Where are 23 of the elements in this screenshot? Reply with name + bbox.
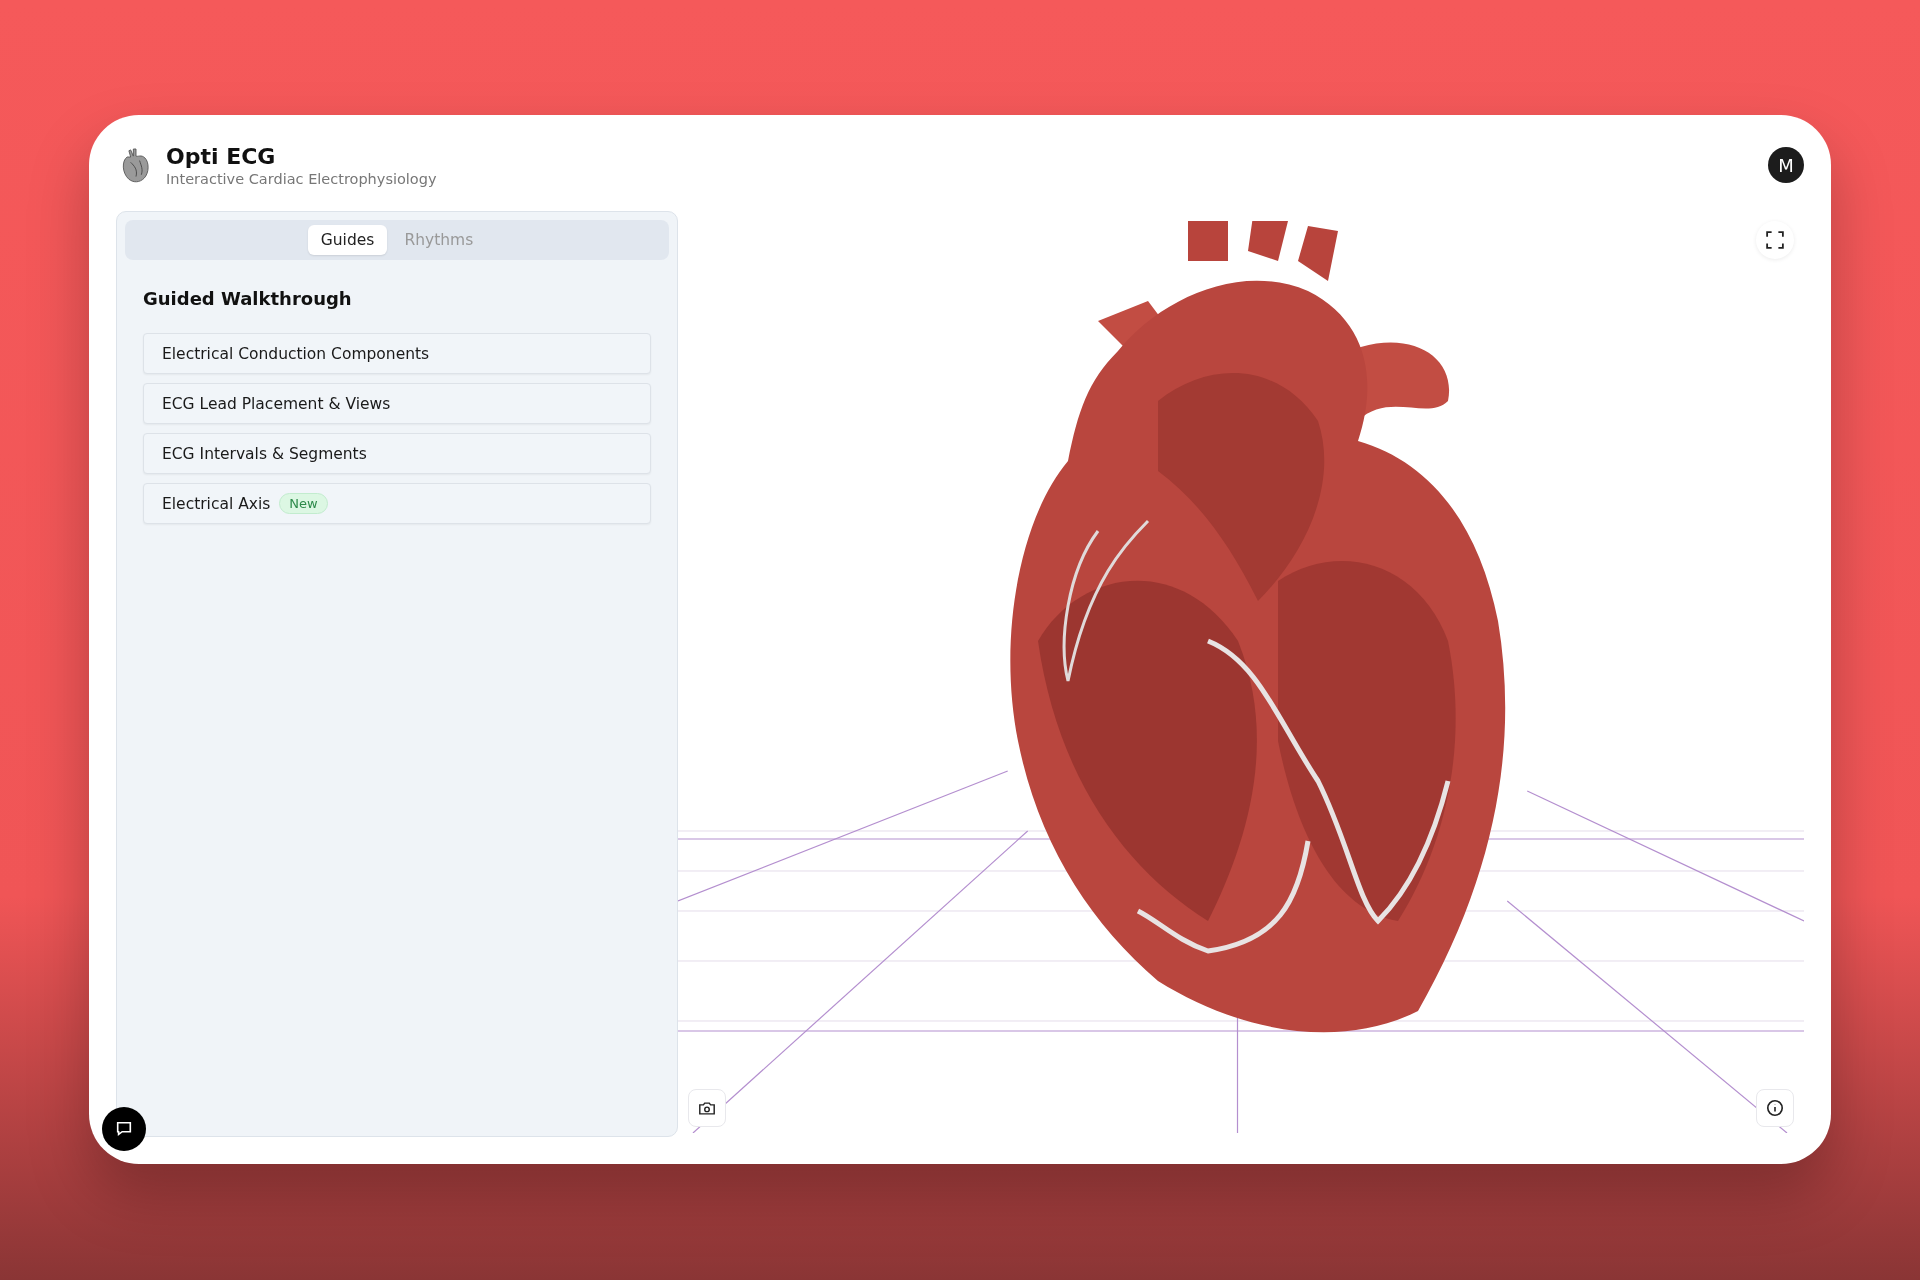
guide-item[interactable]: ECG Lead Placement & Views — [143, 383, 651, 424]
camera-icon — [698, 1100, 716, 1116]
fullscreen-icon — [1766, 231, 1784, 249]
info-button[interactable] — [1756, 1089, 1794, 1127]
camera-button[interactable] — [688, 1089, 726, 1127]
guide-label: Electrical Axis — [162, 494, 271, 513]
section-title: Guided Walkthrough — [143, 288, 353, 309]
user-avatar[interactable]: M — [1768, 147, 1804, 183]
chat-icon — [115, 1120, 133, 1138]
fullscreen-button[interactable] — [1756, 221, 1794, 259]
guide-label: ECG Intervals & Segments — [162, 444, 367, 463]
guide-item[interactable]: Electrical Conduction Components — [143, 333, 651, 374]
guide-item[interactable]: ECG Intervals & Segments — [143, 433, 651, 474]
tab[interactable]: Guides — [307, 225, 388, 255]
chat-button[interactable] — [102, 1107, 146, 1151]
guide-label: Electrical Conduction Components — [162, 344, 430, 363]
new-badge: New — [279, 493, 328, 514]
heart-logo-icon — [120, 145, 152, 185]
app-subtitle: Interactive Cardiac Electrophysiology — [166, 170, 438, 187]
guide-label: ECG Lead Placement & Views — [162, 394, 391, 413]
info-icon — [1766, 1099, 1784, 1117]
guide-item[interactable]: Electrical Axis New — [143, 483, 651, 524]
app-title: Opti ECG — [166, 143, 277, 169]
